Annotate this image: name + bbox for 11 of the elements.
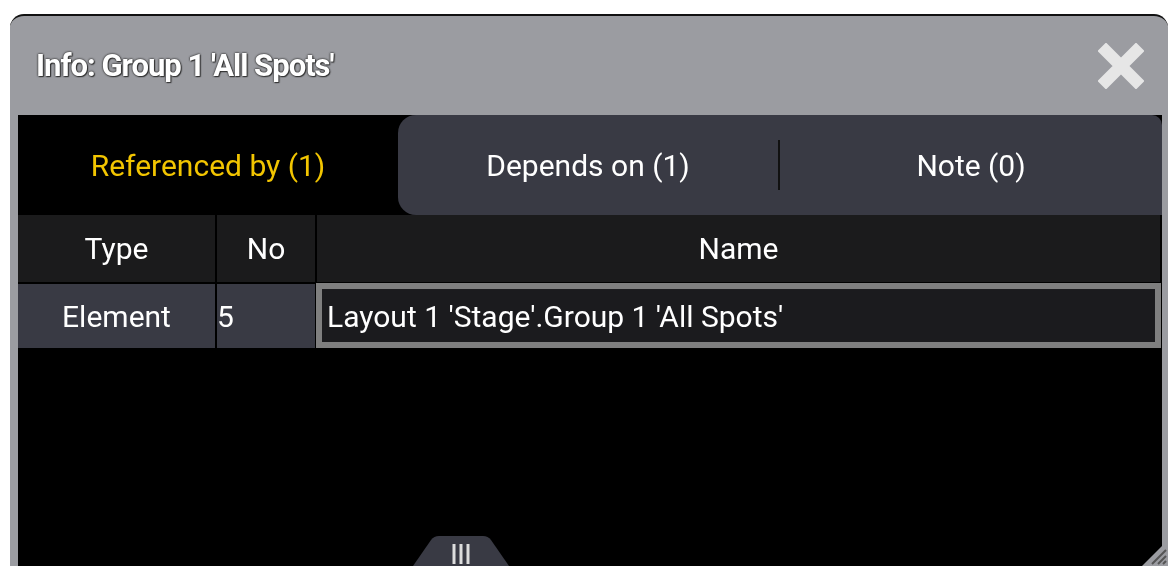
- table-cell: 5: [216, 283, 316, 348]
- tab[interactable]: Note (0): [780, 115, 1162, 215]
- tab[interactable]: Depends on (1): [398, 115, 778, 215]
- resize-handle-icon[interactable]: [413, 536, 509, 566]
- column-header: Type: [18, 215, 216, 283]
- column-header: No: [216, 215, 316, 283]
- column-header: Name: [316, 215, 1161, 283]
- table-cell: Element: [18, 283, 216, 348]
- table-row[interactable]: Element 5 Layout 1 'Stage'.Group 1 'All Spots': [18, 283, 1161, 348]
- window-title: Info: Group 1 'All Spots': [36, 47, 334, 84]
- table-cell: Layout 1 'Stage'.Group 1 'All Spots': [316, 283, 1161, 348]
